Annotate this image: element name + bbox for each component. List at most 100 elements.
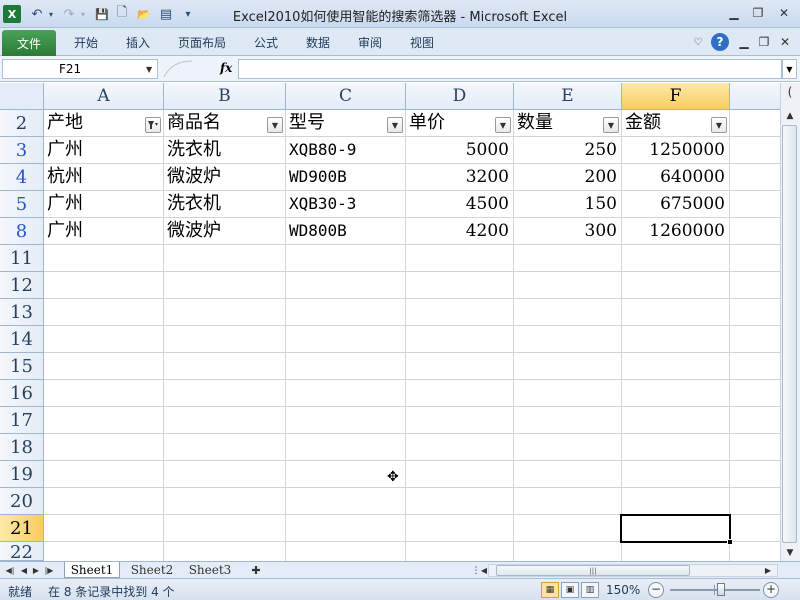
data-cell[interactable]: 675000 (622, 191, 728, 217)
vertical-scroll-thumb[interactable] (782, 125, 797, 543)
column-header-f[interactable]: F (622, 83, 730, 110)
row-header[interactable]: 11 (0, 245, 44, 272)
scroll-right-icon[interactable]: ▶ (762, 564, 774, 577)
data-cell[interactable]: WD900B (286, 164, 404, 190)
close-icon[interactable]: ✕ (772, 4, 796, 22)
zoom-slider[interactable] (670, 589, 760, 591)
row-header-active[interactable]: 21 (0, 515, 44, 542)
restore-icon[interactable]: ❐ (746, 4, 770, 22)
insert-sheet-icon[interactable]: ✚ (244, 562, 268, 578)
fill-handle[interactable] (727, 539, 733, 545)
header-cell-price[interactable]: 单价 (406, 110, 494, 136)
row-header[interactable]: 19 (0, 461, 44, 488)
insert-function-icon[interactable]: fx (220, 61, 232, 75)
sheet-tab-sheet3[interactable]: Sheet3 (182, 562, 238, 578)
data-cell[interactable]: 广州 (44, 218, 162, 244)
data-cell[interactable]: 1260000 (622, 218, 728, 244)
next-sheet-icon[interactable]: ▶ (30, 564, 42, 577)
worksheet-grid[interactable]: A B C D E F 2 3 4 5 8 11 12 13 14 15 16 … (0, 83, 780, 561)
filter-applied-icon[interactable] (145, 117, 161, 133)
row-header[interactable]: 18 (0, 434, 44, 461)
tab-view[interactable]: 视图 (402, 34, 442, 52)
workbook-restore-icon[interactable]: ❐ (756, 34, 772, 50)
sheet-tab-sheet2[interactable]: Sheet2 (124, 562, 180, 578)
data-cell[interactable]: 150 (514, 191, 620, 217)
help-icon[interactable]: ? (711, 33, 729, 51)
row-header[interactable]: 22 (0, 542, 44, 561)
zoom-in-icon[interactable]: + (763, 582, 779, 598)
page-layout-view-icon[interactable]: ▣ (561, 582, 579, 598)
row-header[interactable]: 12 (0, 272, 44, 299)
data-cell[interactable]: 广州 (44, 137, 162, 163)
minimize-ribbon-icon[interactable]: ♡ (690, 34, 706, 50)
row-header[interactable]: 15 (0, 353, 44, 380)
row-header[interactable]: 17 (0, 407, 44, 434)
data-cell[interactable]: 微波炉 (164, 164, 284, 190)
tab-file[interactable]: 文件 (2, 30, 56, 56)
data-cell[interactable]: 200 (514, 164, 620, 190)
tab-page-layout[interactable]: 页面布局 (172, 34, 232, 52)
filter-dropdown-icon[interactable]: ▼ (387, 117, 403, 133)
tab-home[interactable]: 开始 (66, 34, 106, 52)
header-cell-quantity[interactable]: 数量 (514, 110, 602, 136)
row-header[interactable]: 14 (0, 326, 44, 353)
row-header[interactable]: 8 (0, 218, 44, 245)
workbook-close-icon[interactable]: ✕ (777, 34, 793, 50)
data-cell[interactable]: 300 (514, 218, 620, 244)
row-header[interactable]: 2 (0, 110, 44, 137)
column-header-g[interactable] (730, 83, 780, 110)
row-header[interactable]: 4 (0, 164, 44, 191)
filter-dropdown-icon[interactable]: ▼ (495, 117, 511, 133)
column-header-c[interactable]: C (286, 83, 406, 110)
select-all-button[interactable] (0, 83, 44, 110)
data-cell[interactable]: 广州 (44, 191, 162, 217)
normal-view-icon[interactable]: ▦ (541, 582, 559, 598)
data-cell[interactable]: 4500 (406, 191, 512, 217)
expand-formula-bar-icon[interactable]: ▼ (782, 59, 797, 79)
tab-data[interactable]: 数据 (298, 34, 338, 52)
data-cell[interactable]: 1250000 (622, 137, 728, 163)
minimize-icon[interactable]: ▁ (722, 4, 746, 22)
scroll-up-icon[interactable]: ▲ (781, 108, 799, 124)
row-header[interactable]: 3 (0, 137, 44, 164)
zoom-out-icon[interactable]: − (648, 582, 664, 598)
formula-input[interactable] (238, 59, 782, 79)
data-cell[interactable]: XQB80-9 (286, 137, 404, 163)
filter-dropdown-icon[interactable]: ▼ (603, 117, 619, 133)
page-break-view-icon[interactable]: ▥ (581, 582, 599, 598)
data-cell[interactable]: 3200 (406, 164, 512, 190)
active-cell-f21[interactable] (620, 514, 731, 543)
sheet-tab-sheet1[interactable]: Sheet1 (64, 562, 120, 578)
row-header[interactable]: 5 (0, 191, 44, 218)
tab-review[interactable]: 审阅 (350, 34, 390, 52)
filter-dropdown-icon[interactable]: ▼ (267, 117, 283, 133)
data-cell[interactable]: 5000 (406, 137, 512, 163)
first-sheet-icon[interactable]: ◀| (4, 564, 16, 577)
data-cell[interactable]: 杭州 (44, 164, 162, 190)
header-cell-model[interactable]: 型号 (286, 110, 386, 136)
name-box-dropdown-icon[interactable]: ▼ (146, 65, 152, 74)
data-cell[interactable]: 4200 (406, 218, 512, 244)
column-header-a[interactable]: A (44, 83, 164, 110)
split-box-icon[interactable]: ( (780, 83, 800, 101)
row-header[interactable]: 20 (0, 488, 44, 515)
tab-insert[interactable]: 插入 (118, 34, 158, 52)
data-cell[interactable]: XQB30-3 (286, 191, 404, 217)
header-cell-amount[interactable]: 金额 (622, 110, 710, 136)
header-cell-product[interactable]: 商品名 (164, 110, 264, 136)
column-header-d[interactable]: D (406, 83, 514, 110)
data-cell[interactable]: 250 (514, 137, 620, 163)
data-cell[interactable]: WD800B (286, 218, 404, 244)
filter-dropdown-icon[interactable]: ▼ (711, 117, 727, 133)
horizontal-scroll-thumb[interactable]: ||| (496, 565, 690, 576)
zoom-level[interactable]: 150% (606, 583, 640, 597)
last-sheet-icon[interactable]: |▶ (43, 564, 55, 577)
data-cell[interactable]: 640000 (622, 164, 728, 190)
zoom-slider-thumb[interactable] (717, 583, 725, 596)
header-cell-origin[interactable]: 产地 (44, 110, 144, 136)
column-header-e[interactable]: E (514, 83, 622, 110)
workbook-minimize-icon[interactable]: ▁ (736, 34, 752, 50)
row-header[interactable]: 16 (0, 380, 44, 407)
data-cell[interactable]: 微波炉 (164, 218, 284, 244)
name-box[interactable]: F21 (2, 59, 158, 79)
